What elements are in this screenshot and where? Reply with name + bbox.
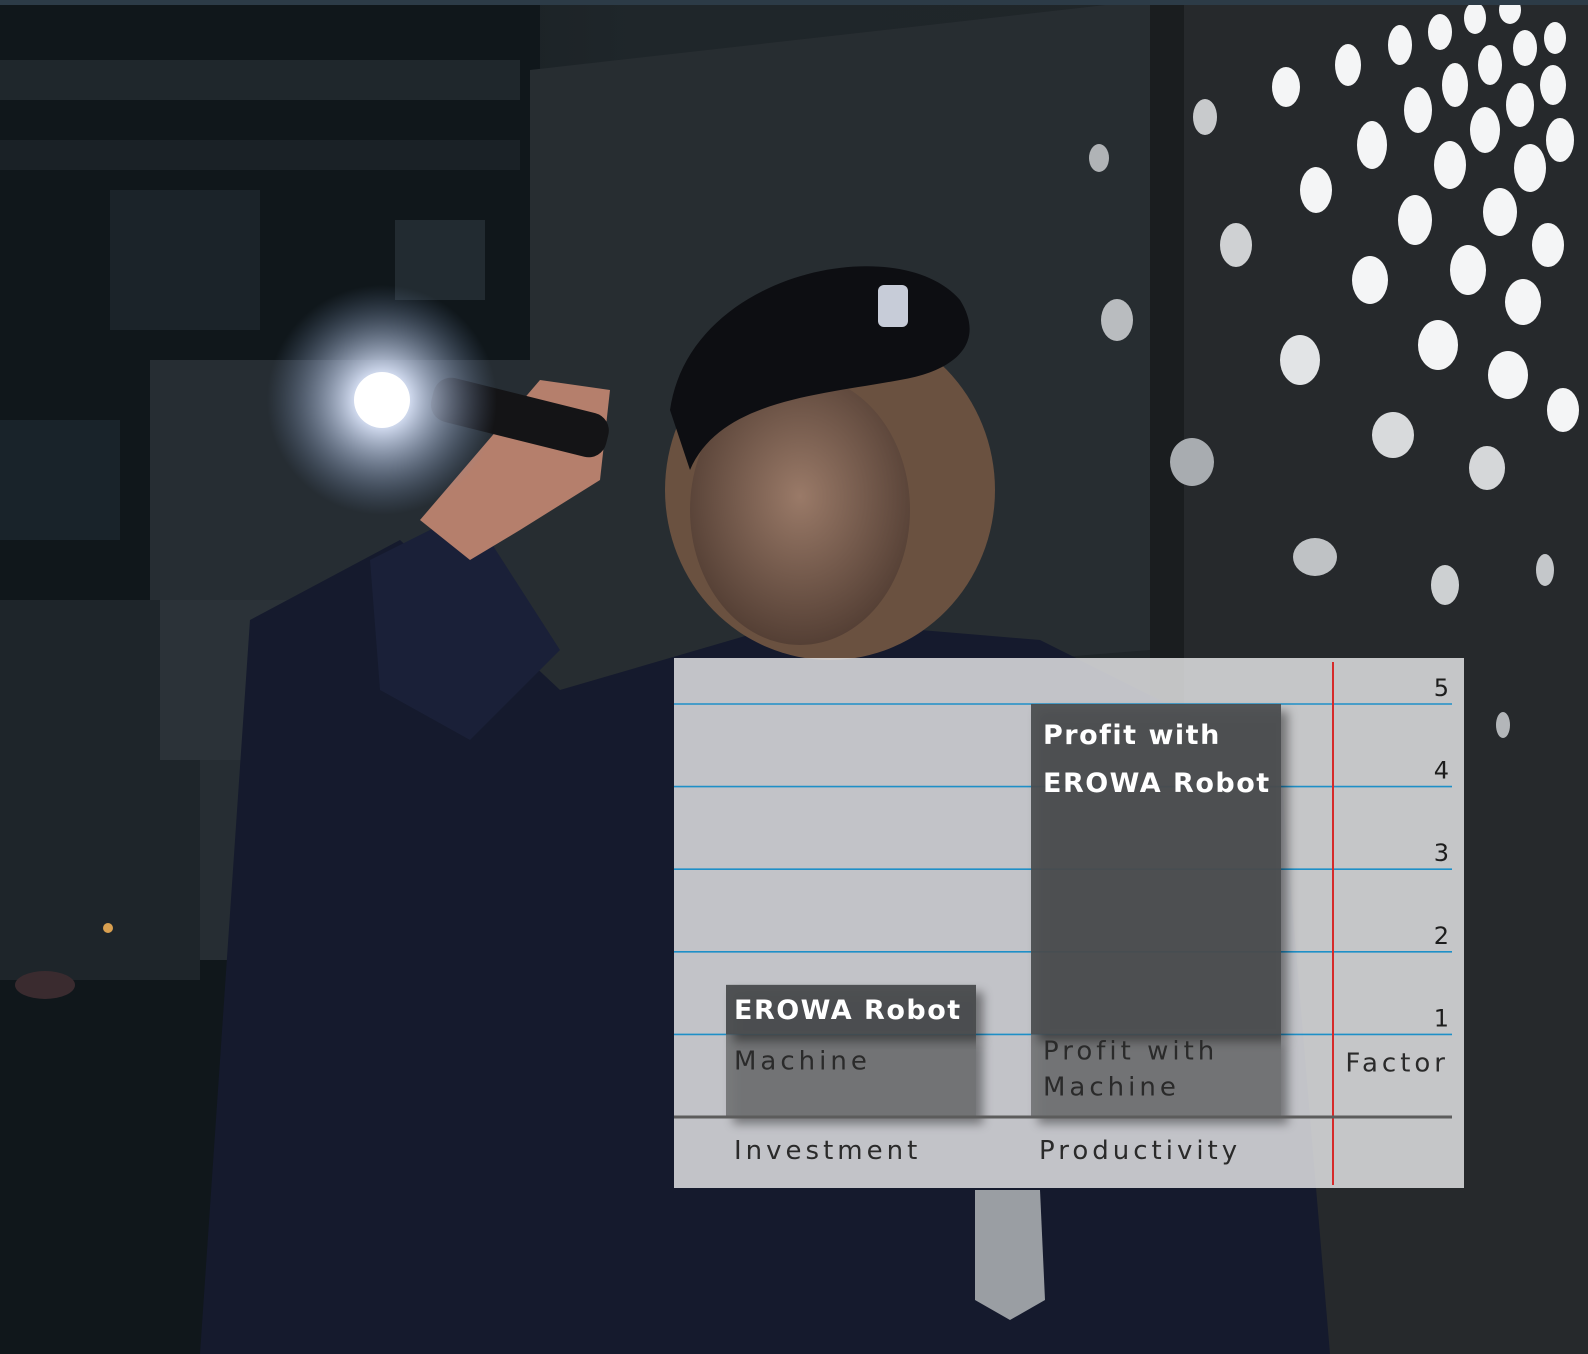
y-tick-label-2: 2	[1434, 922, 1449, 950]
y-tick-label-4: 4	[1434, 757, 1449, 785]
bar-chart: 1 2 3 4 5 EROWA Robot Machine Profit with EROWA…	[674, 658, 1464, 1188]
y-tick-label-5: 5	[1434, 674, 1449, 702]
bar-productivity-erowa-robot	[1031, 704, 1281, 1035]
label-erowa-robot: EROWA Robot	[734, 995, 962, 1026]
label-profit-machine-line1: Profit with	[1043, 1036, 1218, 1066]
y-tick-label-3: 3	[1434, 839, 1449, 867]
label-profit-erowa-line1: Profit with	[1043, 720, 1221, 751]
x-category-label-investment: Investment	[734, 1136, 921, 1166]
y-axis-label: Factor	[1345, 1048, 1449, 1078]
label-profit-machine-line2: Machine	[1043, 1072, 1180, 1102]
y-tick-label-1: 1	[1434, 1004, 1449, 1032]
x-category-label-productivity: Productivity	[1039, 1136, 1241, 1166]
label-profit-erowa-line2: EROWA Robot	[1043, 768, 1271, 799]
label-machine: Machine	[734, 1046, 871, 1076]
